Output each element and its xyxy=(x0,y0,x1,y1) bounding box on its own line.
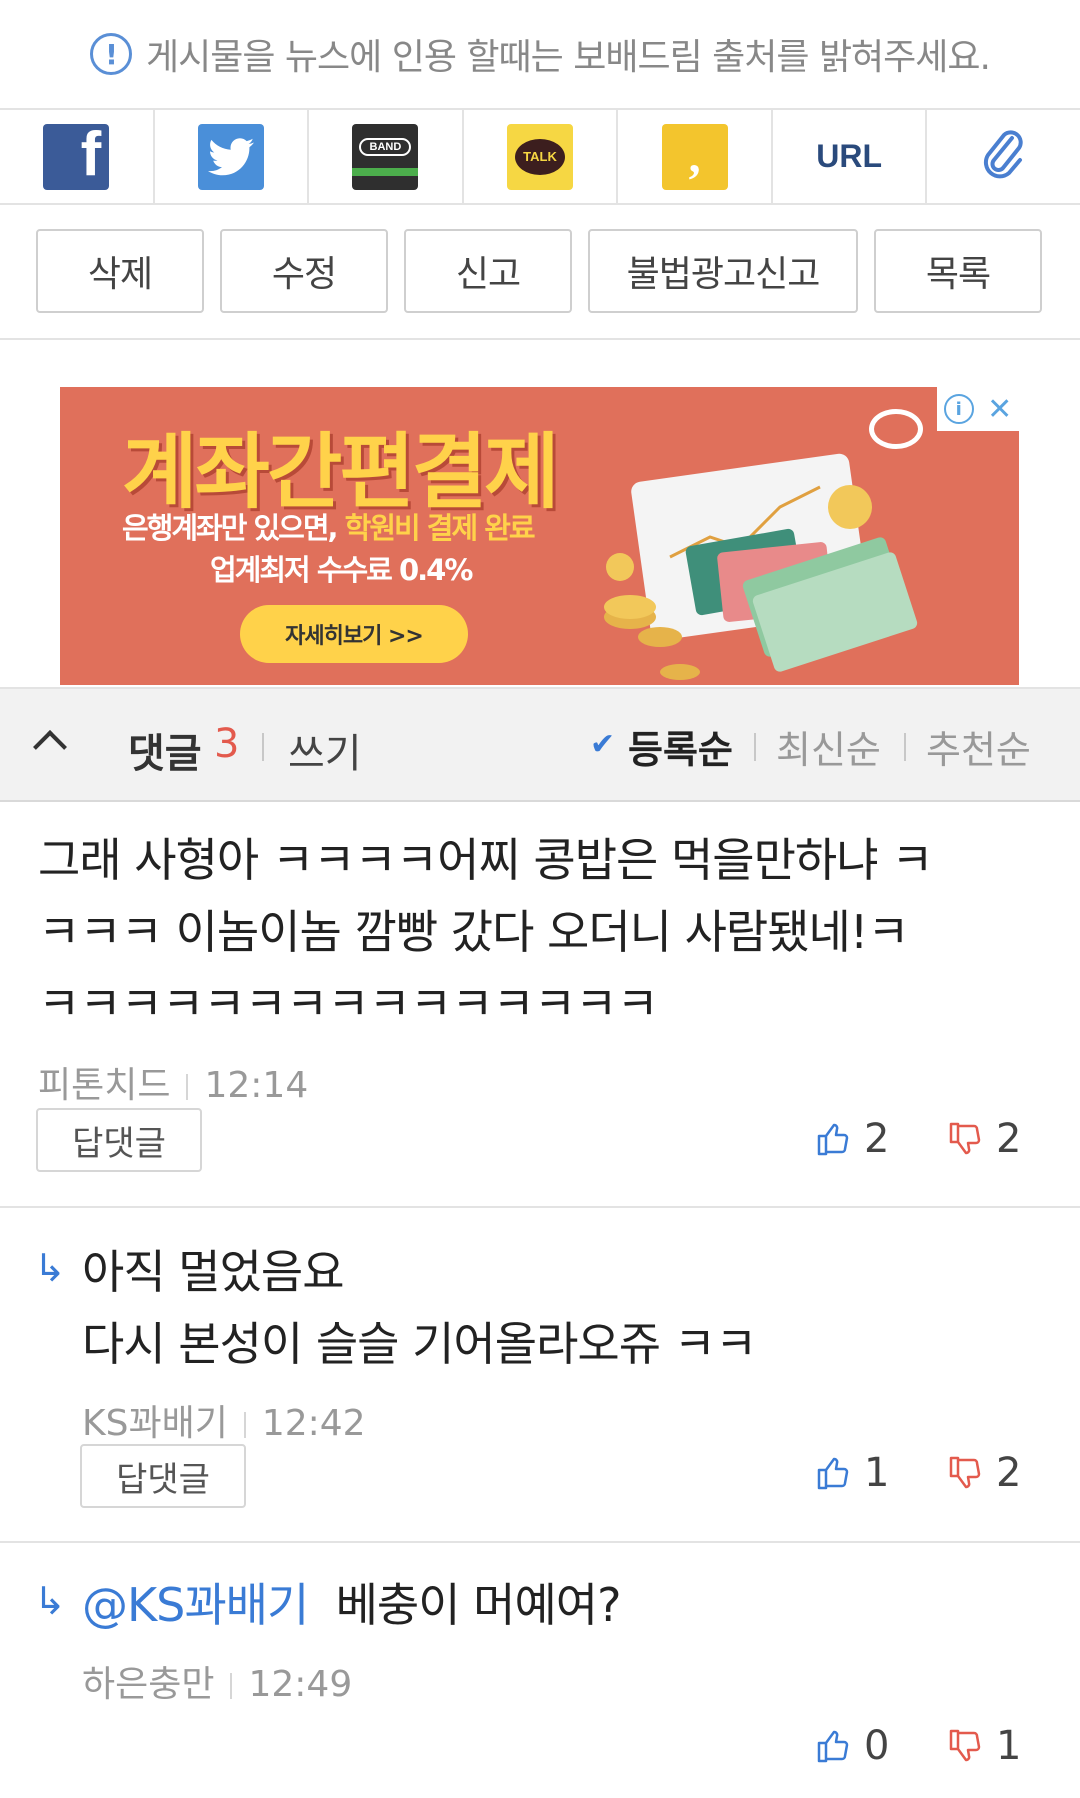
share-twitter[interactable] xyxy=(155,110,310,203)
downvote-button[interactable]: 1 xyxy=(948,1723,1021,1769)
kakaostory-icon: , xyxy=(661,123,728,190)
reply-button[interactable]: 답댓글 xyxy=(80,1444,246,1508)
ad-controls: i ✕ xyxy=(937,387,1019,431)
thumbs-up-icon xyxy=(817,1123,849,1156)
action-buttons: 삭제 수정 신고 불법광고신고 목록 xyxy=(0,205,1080,340)
band-icon: BAND xyxy=(352,123,419,190)
downvote-button[interactable]: 2 xyxy=(948,1116,1021,1162)
reply-arrow-icon: ↳ xyxy=(34,1579,66,1623)
ad-banner[interactable]: 계좌간편결제 은행계좌만 있으면, 학원비 결제 완료 업계최저 수수료 0.4… xyxy=(60,387,1019,685)
notice-text: 게시물을 뉴스에 인용 할때는 보배드림 출처를 밝혀주세요. xyxy=(146,37,991,78)
comments-count: 3 xyxy=(214,721,240,767)
reply-button[interactable]: 답댓글 xyxy=(36,1108,202,1172)
thumbs-down-icon xyxy=(949,1456,981,1489)
report-ad-button[interactable]: 불법광고신고 xyxy=(588,229,858,313)
comment-author: 하은충만 xyxy=(82,1664,215,1705)
comment-author: 피톤치드 xyxy=(38,1065,171,1106)
share-band[interactable]: BAND xyxy=(309,110,464,203)
thumbs-down-icon xyxy=(949,1122,981,1155)
comment-reply-item: ↳ 아직 멀었음요 다시 본성이 슬슬 기어올라오쥬 ㅋㅋ KS꽈배기 12:42… xyxy=(0,1208,1080,1543)
comment-meta: KS꽈배기 12:42 xyxy=(82,1394,366,1446)
kakaotalk-icon: TALK xyxy=(507,123,574,190)
write-comment-link[interactable]: 쓰기 xyxy=(288,721,362,779)
upvote-button[interactable]: 0 xyxy=(816,1723,889,1769)
comment-text: @KS꽈배기 베충이 머예여? xyxy=(82,1578,622,1632)
ad-info-icon[interactable]: i xyxy=(943,394,974,424)
list-button[interactable]: 목록 xyxy=(874,229,1042,313)
ad-cta-button[interactable]: 자세히보기 >> xyxy=(240,605,468,663)
sort-latest[interactable]: 최신순 xyxy=(776,719,881,774)
comment-time: 12:49 xyxy=(248,1664,353,1705)
share-kakaostory[interactable]: , xyxy=(618,110,773,203)
comment-author: KS꽈배기 xyxy=(82,1403,228,1444)
edit-button[interactable]: 수정 xyxy=(220,229,388,313)
share-url[interactable]: URL xyxy=(773,110,928,203)
share-clip[interactable] xyxy=(927,110,1080,203)
facebook-icon: f xyxy=(43,123,110,190)
comment-time: 12:42 xyxy=(261,1403,366,1444)
share-kakaotalk[interactable]: TALK xyxy=(464,110,619,203)
share-facebook[interactable]: f xyxy=(0,110,155,203)
check-icon: ✔ xyxy=(590,727,616,762)
collapse-icon[interactable] xyxy=(33,730,67,764)
comment-time: 12:14 xyxy=(204,1065,309,1106)
report-button[interactable]: 신고 xyxy=(404,229,572,313)
info-icon: ! xyxy=(90,33,132,75)
thumbs-up-icon xyxy=(817,1457,849,1490)
comment-text: 그래 사형아 ㅋㅋㅋㅋ어찌 콩밥은 먹을만하냐 ㅋ ㅋㅋㅋ 이놈이놈 깜빵 갔다… xyxy=(38,833,934,1031)
ad-line2: 업계최저 수수료 0.4% xyxy=(210,553,473,587)
url-label: URL xyxy=(816,138,883,174)
upvote-button[interactable]: 1 xyxy=(816,1450,889,1496)
notice-banner: ! 게시물을 뉴스에 인용 할때는 보배드림 출처를 밝혀주세요. xyxy=(0,0,1080,108)
comment-meta: 피톤치드 12:14 xyxy=(38,1056,308,1108)
reply-arrow-icon: ↳ xyxy=(34,1246,66,1290)
delete-button[interactable]: 삭제 xyxy=(36,229,204,313)
ad-line1: 은행계좌만 있으면, 학원비 결제 완료 xyxy=(122,511,536,545)
comment-reply-item: ↳ @KS꽈배기 베충이 머예여? 하은충만 12:49 0 1 xyxy=(0,1543,1080,1798)
upvote-button[interactable]: 2 xyxy=(816,1116,889,1162)
comment-text: 아직 멀었음요 다시 본성이 슬슬 기어올라오쥬 ㅋㅋ xyxy=(82,1245,757,1371)
twitter-icon xyxy=(197,123,264,190)
ad-illustration xyxy=(600,447,940,685)
thumbs-down-icon xyxy=(949,1729,981,1762)
comment-meta: 하은충만 12:49 xyxy=(82,1655,352,1707)
clip-icon xyxy=(982,129,1026,184)
sort-recommended[interactable]: 추천순 xyxy=(926,719,1031,774)
comment-item: 그래 사형아 ㅋㅋㅋㅋ어찌 콩밥은 먹을만하냐 ㅋ ㅋㅋㅋ 이놈이놈 깜빵 갔다… xyxy=(0,802,1080,1208)
ad-brand-logo xyxy=(869,409,923,449)
comments-header: 댓글 3 쓰기 ✔ 등록순 최신순 추천순 xyxy=(0,687,1080,802)
comments-title: 댓글 xyxy=(128,731,202,777)
thumbs-up-icon xyxy=(817,1730,849,1763)
ad-close-icon[interactable]: ✕ xyxy=(987,392,1012,427)
share-bar: f BAND TALK , URL xyxy=(0,108,1080,205)
sort-registered[interactable]: 등록순 xyxy=(628,719,733,774)
downvote-button[interactable]: 2 xyxy=(948,1450,1021,1496)
mention-link[interactable]: @KS꽈배기 xyxy=(82,1578,309,1632)
